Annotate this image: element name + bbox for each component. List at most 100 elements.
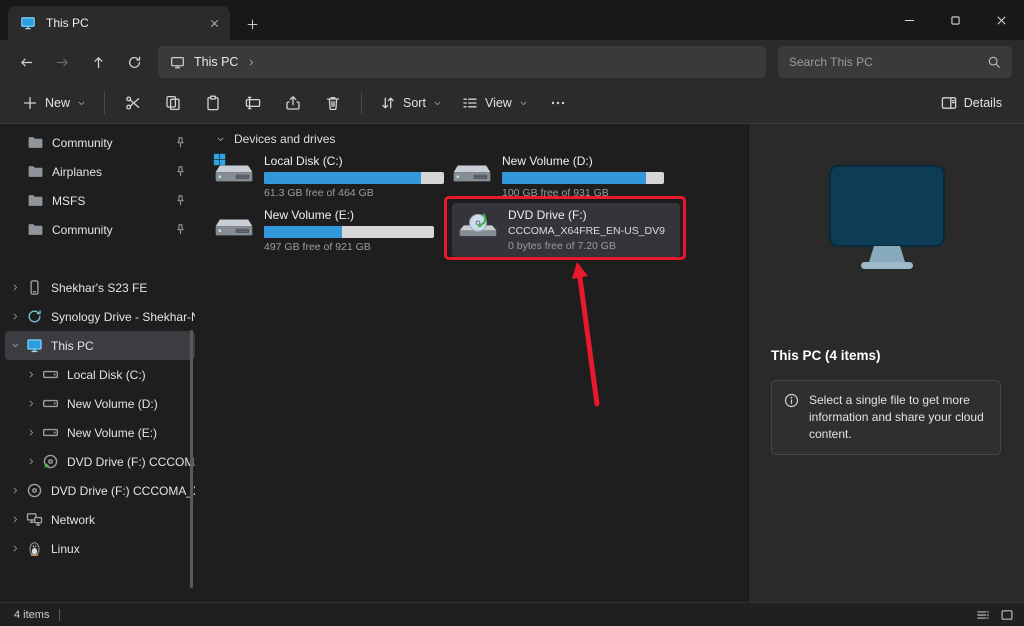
view-button[interactable]: View [452, 87, 538, 119]
drive-free-space: 0 bytes free of 7.20 GB [508, 240, 665, 252]
sidebar-item-linux[interactable]: Linux [5, 534, 195, 563]
chevron-right-icon[interactable] [11, 283, 20, 292]
sidebar-item-this-pc[interactable]: This PC [5, 331, 195, 360]
status-divider [59, 609, 60, 621]
drive-tile-local-disk-c[interactable]: Local Disk (C:) 61.3 GB free of 464 GB [214, 154, 444, 199]
explorer-tab-this-pc[interactable]: This PC [8, 6, 230, 40]
section-devices-and-drives[interactable]: Devices and drives [216, 132, 335, 146]
forward-icon [55, 55, 70, 70]
chevron-right-icon[interactable] [247, 58, 256, 67]
chevron-down-icon [519, 99, 528, 108]
chevron-right-icon[interactable] [27, 399, 36, 408]
titlebar: This PC [0, 0, 1024, 40]
sidebar-item-phone[interactable]: Shekhar's S23 FE [5, 273, 195, 302]
dvd-icon [26, 482, 43, 499]
chevron-right-icon[interactable] [27, 428, 36, 437]
close-button[interactable] [978, 0, 1024, 40]
back-icon [19, 55, 34, 70]
chevron-down-icon[interactable] [216, 135, 225, 144]
search-placeholder: Search This PC [789, 55, 979, 69]
minimize-button[interactable] [886, 0, 932, 40]
chevron-right-icon[interactable] [11, 312, 20, 321]
sidebar-item-community[interactable]: Community [5, 128, 195, 157]
search-input[interactable]: Search This PC [778, 46, 1012, 78]
refresh-icon [127, 55, 142, 70]
sidebar-item-new-volume-e[interactable]: New Volume (E:) [5, 418, 195, 447]
sidebar-item-network[interactable]: Network [5, 505, 195, 534]
chevron-right-icon[interactable] [11, 544, 20, 553]
details-view-icon[interactable] [976, 608, 990, 622]
chevron-right-icon[interactable] [11, 486, 20, 495]
this-pc-large-icon [822, 162, 952, 274]
details-pane-icon [941, 95, 957, 111]
sidebar-item-community-2[interactable]: Community [5, 215, 195, 244]
drive-free-space: 61.3 GB free of 464 GB [264, 187, 444, 199]
address-bar[interactable]: This PC [158, 46, 766, 78]
trash-icon [325, 95, 341, 111]
sidebar-item-local-disk-c[interactable]: Local Disk (C:) [5, 360, 195, 389]
capacity-bar [502, 172, 664, 184]
search-icon[interactable] [987, 55, 1001, 69]
details-pane-toggle[interactable]: Details [931, 87, 1012, 119]
phone-icon [26, 279, 43, 296]
chevron-right-icon[interactable] [27, 457, 36, 466]
drive-name: New Volume (E:) [264, 208, 434, 223]
chevron-right-icon[interactable] [27, 370, 36, 379]
copy-button[interactable] [153, 87, 193, 119]
cut-button[interactable] [113, 87, 153, 119]
details-label: Details [964, 96, 1002, 110]
pin-icon [174, 194, 187, 207]
item-count: 4 items [14, 609, 49, 621]
navigation-pane: Community Airplanes MSFS Community Shekh… [0, 124, 200, 602]
tab-close-icon[interactable] [209, 18, 220, 29]
hard-drive-icon [452, 157, 492, 189]
forward-button[interactable] [44, 46, 80, 78]
sort-icon [380, 95, 396, 111]
drive-tile-new-volume-e[interactable]: New Volume (E:) 497 GB free of 921 GB [214, 208, 444, 253]
delete-button[interactable] [313, 87, 353, 119]
sidebar-item-dvd-drive-f-root[interactable]: DVD Drive (F:) CCCOMA_X64 [5, 476, 195, 505]
up-button[interactable] [80, 46, 116, 78]
chevron-right-icon[interactable] [11, 515, 20, 524]
sidebar-scrollbar[interactable] [190, 330, 193, 588]
folder-icon [27, 134, 44, 151]
info-text: Select a single file to get more informa… [809, 392, 988, 443]
sidebar-item-airplanes[interactable]: Airplanes [5, 157, 195, 186]
sidebar-item-synology-drive[interactable]: Synology Drive - Shekhar-NA [5, 302, 195, 331]
drive-name: DVD Drive (F:) [508, 208, 665, 223]
hard-drive-icon [42, 395, 59, 412]
more-options-button[interactable] [538, 87, 578, 119]
close-icon [995, 14, 1008, 27]
ellipsis-icon [550, 95, 566, 111]
share-button[interactable] [273, 87, 313, 119]
chevron-down-icon[interactable] [11, 341, 20, 350]
rename-button[interactable] [233, 87, 273, 119]
hard-drive-icon [42, 424, 59, 441]
large-icons-view-icon[interactable] [1000, 608, 1014, 622]
sidebar-item-new-volume-d[interactable]: New Volume (D:) [5, 389, 195, 418]
sidebar-item-msfs[interactable]: MSFS [5, 186, 195, 215]
hard-drive-icon [42, 366, 59, 383]
sidebar-group-gap [0, 244, 200, 273]
minimize-icon [903, 14, 916, 27]
copy-icon [165, 95, 181, 111]
this-pc-icon [20, 15, 36, 31]
sync-icon [26, 308, 43, 325]
sort-button[interactable]: Sort [370, 87, 452, 119]
new-button[interactable]: New [12, 87, 96, 119]
drive-tile-dvd-f[interactable]: DVD Drive (F:) CCCOMA_X64FRE_EN-US_DV9 0… [452, 203, 680, 257]
sidebar-item-dvd-drive-f[interactable]: DVD Drive (F:) CCCOMA_X6 [5, 447, 195, 476]
new-tab-button[interactable] [240, 12, 264, 36]
plus-icon [22, 95, 38, 111]
refresh-button[interactable] [116, 46, 152, 78]
drive-tile-new-volume-d[interactable]: New Volume (D:) 100 GB free of 931 GB [452, 154, 664, 199]
chevron-down-icon [77, 99, 86, 108]
breadcrumb[interactable]: This PC [194, 55, 238, 69]
maximize-button[interactable] [932, 0, 978, 40]
network-icon [26, 511, 43, 528]
back-button[interactable] [8, 46, 44, 78]
paste-button[interactable] [193, 87, 233, 119]
folder-icon [27, 221, 44, 238]
sort-label: Sort [403, 96, 426, 110]
hard-drive-windows-icon [214, 157, 254, 189]
